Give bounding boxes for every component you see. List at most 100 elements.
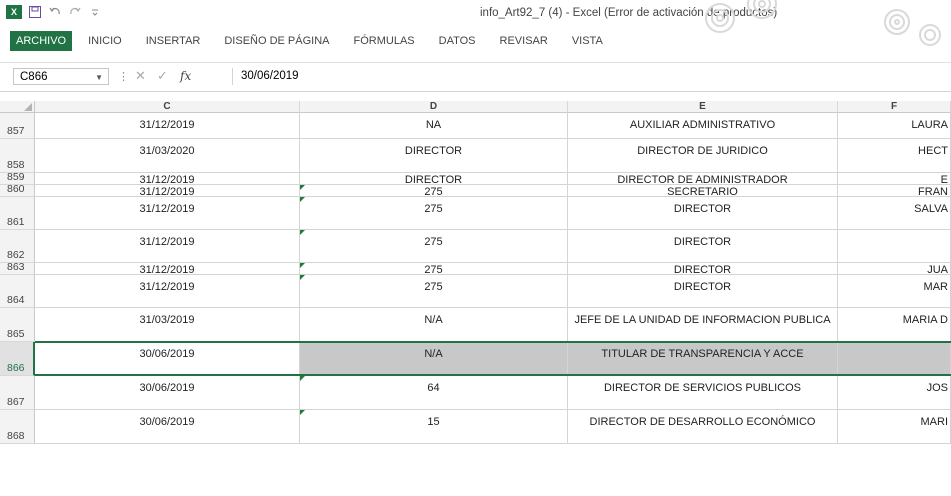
cell-value: MAR [923, 281, 948, 293]
cell-f861[interactable]: SALVA [838, 197, 951, 230]
cell-d867[interactable]: 64 [300, 376, 568, 410]
tab-inicio[interactable]: INICIO [76, 31, 134, 51]
row-header-862[interactable]: 862 [0, 230, 35, 263]
cell-d861[interactable]: 275 [300, 197, 568, 230]
column-header-d[interactable]: D [300, 101, 568, 113]
redo-icon[interactable] [68, 5, 82, 19]
cell-c867[interactable]: 30/06/2019 [35, 376, 300, 410]
formula-bar-grip-icon[interactable]: ⋮ [118, 70, 129, 83]
column-header-e[interactable]: E [568, 101, 838, 113]
formula-bar: C866 ▼ ⋮ ✕ ✓ fx 30/06/2019 [0, 62, 951, 92]
column-header-f[interactable]: F [838, 101, 951, 113]
cell-e859[interactable]: DIRECTOR DE ADMINISTRADOR [568, 173, 838, 185]
cell-value: DIRECTOR [404, 174, 463, 185]
cell-f865[interactable]: MARIA D [838, 308, 951, 342]
row-header-865[interactable]: 865 [0, 308, 35, 342]
cell-d858[interactable]: DIRECTOR [300, 139, 568, 173]
cell-d865[interactable]: N/A [300, 308, 568, 342]
formula-input[interactable]: 30/06/2019 [232, 68, 951, 85]
tab-vista[interactable]: VISTA [560, 31, 615, 51]
column-header-c[interactable]: C [35, 101, 300, 113]
cell-c858[interactable]: 31/03/2020 [35, 139, 300, 173]
name-box[interactable]: C866 ▼ [13, 68, 109, 85]
tab-datos[interactable]: DATOS [427, 31, 488, 51]
row-header-868[interactable]: 868 [0, 410, 35, 444]
row-number: 858 [7, 159, 25, 171]
insert-function-icon[interactable]: fx [180, 69, 191, 83]
row-header-858[interactable]: 858 [0, 139, 35, 173]
cell-value: N/A [424, 314, 443, 326]
cell-f868[interactable]: MARI [838, 410, 951, 444]
cell-value: 275 [424, 281, 443, 293]
row-header-857[interactable]: 857 [0, 113, 35, 139]
cell-e864[interactable]: DIRECTOR [568, 275, 838, 308]
cell-c863[interactable]: 31/12/2019 [35, 263, 300, 275]
cell-c866[interactable]: 30/06/2019 [35, 342, 300, 376]
row-header-864[interactable]: 864 [0, 275, 35, 308]
chevron-down-icon[interactable]: ▼ [95, 69, 103, 86]
cell-e863[interactable]: DIRECTOR [568, 263, 838, 275]
cell-e867[interactable]: DIRECTOR DE SERVICIOS PUBLICOS [568, 376, 838, 410]
cell-c857[interactable]: 31/12/2019 [35, 113, 300, 139]
cell-f857[interactable]: LAURA [838, 113, 951, 139]
tab-diseno-pagina[interactable]: DISEÑO DE PÁGINA [212, 31, 341, 51]
tab-revisar[interactable]: REVISAR [488, 31, 560, 51]
cell-value: DIRECTOR [673, 264, 732, 275]
cell-e858[interactable]: DIRECTOR DE JURIDICO [568, 139, 838, 173]
cell-d864[interactable]: 275 [300, 275, 568, 308]
customize-icon[interactable] [88, 5, 102, 19]
cell-d863[interactable]: 275 [300, 263, 568, 275]
cell-f859[interactable]: E [838, 173, 951, 185]
cell-d862[interactable]: 275 [300, 230, 568, 263]
tab-archivo[interactable]: ARCHIVO [10, 31, 73, 51]
cell-f858[interactable]: HECT [838, 139, 951, 173]
row-header-867[interactable]: 867 [0, 376, 35, 410]
save-icon[interactable] [28, 5, 42, 19]
cell-value: DIRECTOR DE ADMINISTRADOR [617, 174, 788, 185]
cell-e862[interactable]: DIRECTOR [568, 230, 838, 263]
cell-c865[interactable]: 31/03/2019 [35, 308, 300, 342]
cell-e861[interactable]: DIRECTOR [568, 197, 838, 230]
row-header-860[interactable]: 860 [0, 183, 35, 197]
cell-c864[interactable]: 31/12/2019 [35, 275, 300, 308]
cell-f866[interactable] [838, 342, 951, 376]
row-header-863[interactable]: 863 [0, 261, 35, 275]
cell-e868[interactable]: DIRECTOR DE DESARROLLO ECONÓMICO [568, 410, 838, 444]
cell-f860[interactable]: FRAN [838, 185, 951, 197]
cancel-icon[interactable]: ✕ [135, 68, 146, 84]
cell-e866[interactable]: TITULAR DE TRANSPARENCIA Y ACCE [568, 342, 838, 376]
cell-c860[interactable]: 31/12/2019 [35, 185, 300, 197]
spreadsheet-grid[interactable]: C D E F 857 31/12/2019 NA AUXILIAR ADMINIST… [0, 101, 951, 496]
cell-d868[interactable]: 15 [300, 410, 568, 444]
error-indicator-icon [300, 275, 305, 280]
select-all-button[interactable] [0, 101, 35, 113]
tab-formulas[interactable]: FÓRMULAS [342, 31, 427, 51]
cell-c861[interactable]: 31/12/2019 [35, 197, 300, 230]
cell-d857[interactable]: NA [300, 113, 568, 139]
cell-value: 30/06/2019 [139, 382, 195, 394]
cell-e865[interactable]: JEFE DE LA UNIDAD DE INFORMACION PUBLICA [568, 308, 838, 342]
cell-value: SALVA [914, 203, 948, 215]
cell-d866[interactable]: N/A [300, 342, 568, 376]
cell-value: DIRECTOR DE SERVICIOS PUBLICOS [603, 382, 802, 394]
undo-icon[interactable] [48, 5, 62, 19]
cell-d859[interactable]: DIRECTOR [300, 173, 568, 185]
cell-c859[interactable]: 31/12/2019 [35, 173, 300, 185]
cell-d860[interactable]: 275 [300, 185, 568, 197]
row-number: 866 [7, 362, 25, 374]
row-header-866[interactable]: 866 [0, 342, 35, 376]
cell-f863[interactable]: JUA [838, 263, 951, 275]
cell-c862[interactable]: 31/12/2019 [35, 230, 300, 263]
cell-c868[interactable]: 30/06/2019 [35, 410, 300, 444]
cell-f867[interactable]: JOS [838, 376, 951, 410]
row-number: 862 [7, 249, 25, 261]
row-number: 859 [7, 171, 25, 183]
cell-e860[interactable]: SECRETARIO [568, 185, 838, 197]
row-header-861[interactable]: 861 [0, 197, 35, 230]
cell-e857[interactable]: AUXILIAR ADMINISTRATIVO [568, 113, 838, 139]
tab-insertar[interactable]: INSERTAR [134, 31, 213, 51]
enter-check-icon[interactable]: ✓ [157, 68, 168, 84]
cell-f862[interactable] [838, 230, 951, 263]
cell-value: 275 [424, 203, 443, 215]
cell-f864[interactable]: MAR [838, 275, 951, 308]
